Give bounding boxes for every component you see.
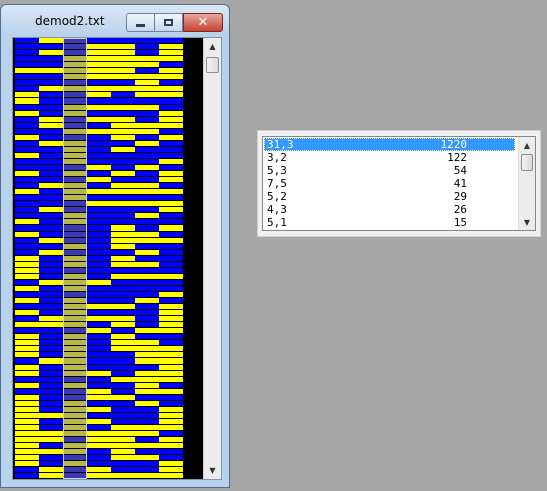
bit-cell-one (135, 473, 159, 480)
list-item[interactable]: 5,3 54 (264, 164, 515, 177)
bit-cell-one (87, 473, 111, 480)
bit-cell-one (39, 473, 63, 480)
list-item-key: 7,5 (267, 177, 287, 190)
vertical-scrollbar[interactable]: ▲ ▼ (203, 38, 221, 479)
close-button[interactable]: ✕ (183, 13, 223, 32)
bit-column-5[interactable] (135, 38, 159, 480)
list-item-key: 5,3 (267, 164, 287, 177)
list-item-key: 5,2 (267, 190, 287, 203)
list-scrollbar[interactable]: ▲ ▼ (518, 137, 535, 230)
scroll-up-arrow-icon[interactable]: ▲ (204, 38, 221, 55)
bit-column-3[interactable] (87, 38, 111, 480)
list-item-count: 54 (453, 164, 467, 177)
scroll-down-arrow-icon[interactable]: ▼ (204, 462, 221, 479)
bit-cell-zero (15, 473, 39, 480)
list-item[interactable]: 3,2 122 (264, 151, 515, 164)
bit-cell-one (159, 473, 183, 480)
maximize-button[interactable] (155, 13, 183, 32)
list-item-key: 4,3 (267, 203, 287, 216)
minimize-icon (136, 24, 145, 27)
list-item[interactable]: 7,5 41 (264, 177, 515, 190)
list-item[interactable]: 5,2 29 (264, 190, 515, 203)
demod-window: demod2.txt ✕ ▲ ▼ (0, 4, 230, 488)
list-item[interactable]: 31,3 1220 (264, 138, 515, 151)
bit-column-6[interactable] (159, 38, 183, 480)
maximize-icon (164, 19, 173, 26)
bit-column-0[interactable] (15, 38, 39, 480)
list-item-key: 5,1 (267, 216, 287, 229)
list-item-count: 41 (453, 177, 467, 190)
bit-grid[interactable] (13, 38, 183, 480)
frequency-list-panel: 5,1 15 4,3 26 5,2 29 7,5 41 5,3 54 3,2 122 31,3 1220 … (257, 130, 541, 237)
minimize-button[interactable] (126, 13, 155, 32)
list-item-key: 31,3 (267, 138, 294, 151)
bit-cell-zero (63, 473, 87, 480)
list-item-key: 3,2 (267, 151, 287, 164)
bit-cell-one (111, 473, 135, 480)
list-scroll-up-arrow-icon[interactable]: ▲ (519, 137, 535, 153)
list-item[interactable]: 4,3 26 (264, 203, 515, 216)
list-item-count: 29 (453, 190, 467, 203)
list-scroll-down-arrow-icon[interactable]: ▼ (519, 214, 535, 230)
list-item[interactable]: 5,1 15 (264, 216, 515, 229)
list-item-count: 26 (453, 203, 467, 216)
frequency-listbox[interactable]: 5,1 15 4,3 26 5,2 29 7,5 41 5,3 54 3,2 122 31,3 1220 … (262, 136, 536, 231)
list-item-count: 15 (453, 216, 467, 229)
bit-grid-view[interactable]: ▲ ▼ (12, 37, 222, 480)
scrollbar-thumb[interactable] (206, 57, 219, 73)
bit-column-1[interactable] (39, 38, 63, 480)
bit-column-2[interactable] (63, 38, 87, 480)
window-titlebar[interactable]: demod2.txt ✕ (1, 5, 229, 35)
window-title: demod2.txt (35, 14, 105, 28)
bit-column-4[interactable] (111, 38, 135, 480)
list-scrollbar-thumb[interactable] (521, 154, 533, 171)
list-item-count: 122 (447, 151, 467, 164)
list-item-count: 1220 (440, 138, 468, 151)
close-icon: ✕ (197, 15, 209, 30)
